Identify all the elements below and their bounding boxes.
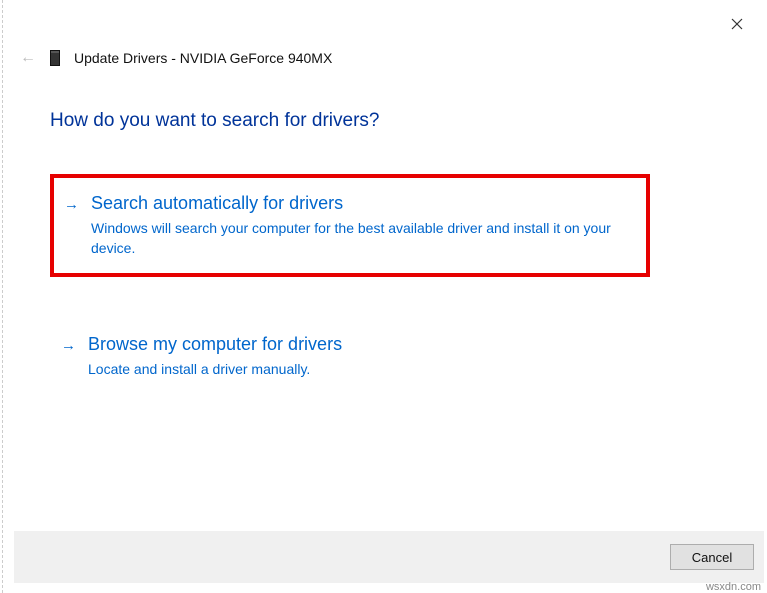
dialog-title: Update Drivers - NVIDIA GeForce 940MX [74, 50, 332, 66]
option-browse-computer[interactable]: → Browse my computer for drivers Locate … [50, 318, 650, 395]
option-description: Windows will search your computer for th… [91, 219, 630, 258]
option-title: Search automatically for drivers [91, 192, 630, 215]
arrow-right-icon: → [61, 337, 76, 354]
dialog-footer: Cancel [14, 531, 764, 583]
window-edge [2, 0, 3, 593]
main-question: How do you want to search for drivers? [50, 110, 380, 132]
cancel-button[interactable]: Cancel [670, 544, 754, 570]
back-arrow-icon: ← [20, 50, 36, 66]
dialog-header: ← Update Drivers - NVIDIA GeForce 940MX [20, 50, 332, 66]
option-description: Locate and install a driver manually. [88, 360, 633, 380]
watermark: wsxdn.com [706, 581, 761, 593]
option-title: Browse my computer for drivers [88, 333, 633, 356]
arrow-right-icon: → [64, 196, 79, 213]
option-search-automatically[interactable]: → Search automatically for drivers Windo… [50, 174, 650, 277]
close-button[interactable] [727, 14, 747, 34]
close-icon [731, 18, 743, 30]
device-icon [50, 50, 60, 66]
